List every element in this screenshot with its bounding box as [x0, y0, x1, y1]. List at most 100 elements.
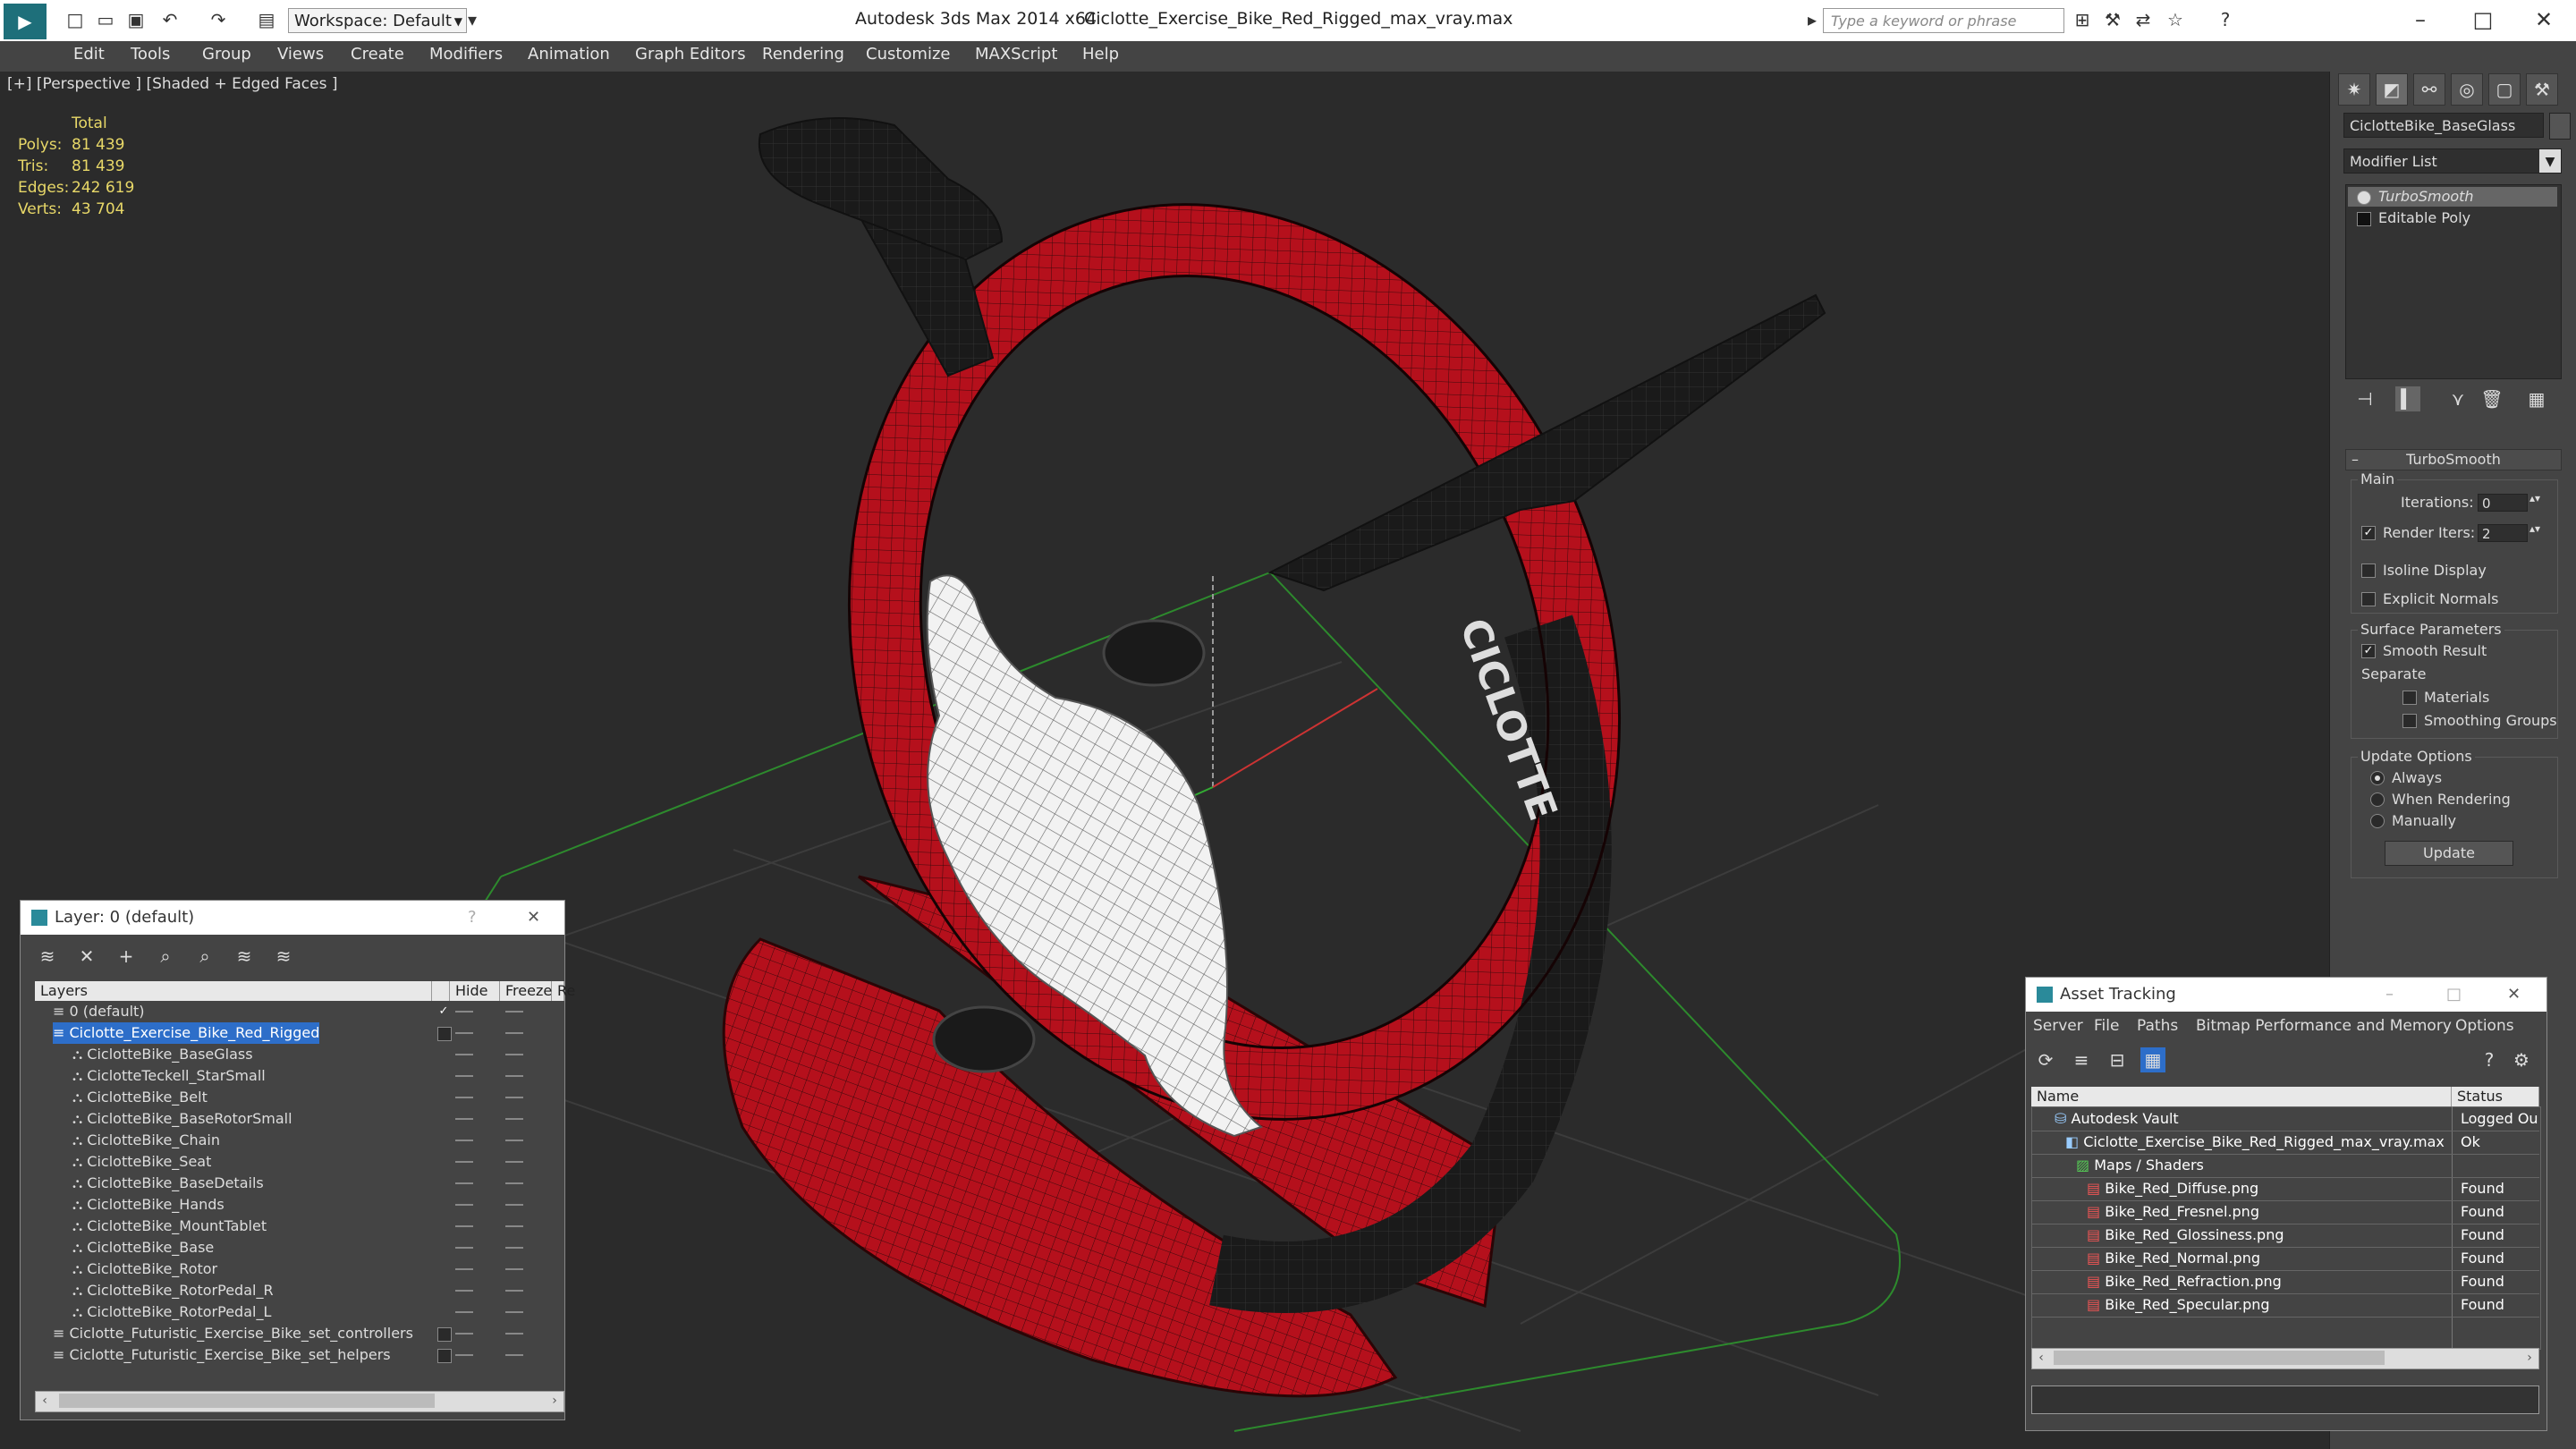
modifier-list-dropdown[interactable]: Modifier List ▼ — [2343, 148, 2562, 174]
current-layer-toggle[interactable] — [437, 1327, 452, 1342]
hide-toggle[interactable] — [455, 1161, 473, 1163]
freeze-toggle[interactable] — [505, 1032, 523, 1034]
open-file-icon[interactable]: ▭ — [95, 9, 116, 30]
app-logo-icon[interactable]: ▶ — [4, 4, 47, 39]
display-tab-icon[interactable]: ▢ — [2488, 73, 2521, 106]
menu-customize[interactable]: Customize — [866, 45, 950, 64]
menu-edit[interactable]: Edit — [73, 45, 105, 64]
update-button[interactable]: Update — [2385, 841, 2513, 866]
hide-toggle[interactable] — [455, 1354, 473, 1356]
hide-toggle[interactable] — [455, 1011, 473, 1013]
scroll-left-icon[interactable]: ‹ — [36, 1392, 54, 1410]
undo-icon[interactable]: ↶ — [159, 9, 181, 30]
hide-toggle[interactable] — [455, 1054, 473, 1055]
exchange-icon[interactable]: ⇄ — [2132, 9, 2154, 30]
current-layer-toggle[interactable] — [437, 1027, 452, 1041]
scroll-thumb[interactable] — [2054, 1351, 2385, 1365]
layer-row[interactable]: ≡ 0 (default) — [53, 1001, 145, 1022]
col-current[interactable] — [432, 981, 450, 1001]
hide-toggle[interactable] — [455, 1075, 473, 1077]
workspace-dropdown[interactable]: Workspace: Default ▼ — [288, 8, 467, 33]
manually-radio[interactable] — [2370, 814, 2385, 828]
hide-toggle[interactable] — [455, 1097, 473, 1098]
asset-row[interactable]: ▤ Bike_Red_Refraction.png — [2087, 1271, 2282, 1292]
hide-all-layers-icon[interactable]: ≋ — [232, 944, 257, 969]
col-hide[interactable]: Hide — [450, 981, 500, 1001]
asset-horizontal-scrollbar[interactable]: ‹ › — [2031, 1348, 2539, 1369]
menu-modifiers[interactable]: Modifiers — [429, 45, 503, 64]
freeze-toggle[interactable] — [505, 1161, 523, 1163]
col-freeze[interactable]: Freeze — [500, 981, 552, 1001]
redo-icon[interactable]: ↷ — [208, 9, 229, 30]
asset-menu-file[interactable]: File — [2094, 1017, 2119, 1035]
asset-row[interactable]: ▤ Bike_Red_Glossiness.png — [2087, 1224, 2284, 1246]
freeze-toggle[interactable] — [505, 1097, 523, 1098]
col-layers[interactable]: Layers — [35, 981, 432, 1001]
asset-window-titlebar[interactable]: Asset Tracking – □ ✕ — [2026, 978, 2546, 1012]
materials-checkbox[interactable] — [2402, 691, 2417, 705]
layer-row[interactable]: ⛬ CiclotteBike_RotorPedal_L — [72, 1301, 271, 1323]
hierarchy-tab-icon[interactable]: ⚯ — [2413, 73, 2445, 106]
always-radio[interactable] — [2370, 771, 2385, 785]
freeze-toggle[interactable] — [505, 1311, 523, 1313]
current-layer-toggle[interactable]: ✓ — [437, 1005, 450, 1018]
make-unique-icon[interactable]: ⋎ — [2445, 386, 2470, 411]
close-icon[interactable]: ✕ — [2517, 5, 2571, 34]
asset-help-icon[interactable]: ? — [2477, 1047, 2502, 1072]
scroll-thumb[interactable] — [59, 1394, 435, 1408]
stack-item-turbosmooth[interactable]: TurboSmooth — [2348, 187, 2557, 207]
help-icon[interactable]: ? — [2215, 9, 2236, 30]
col-render[interactable]: Re — [552, 981, 575, 1001]
layer-row[interactable]: ≡ Ciclotte_Futuristic_Exercise_Bike_set_… — [53, 1323, 413, 1344]
explicit-normals-checkbox[interactable] — [2361, 592, 2376, 606]
close-icon[interactable]: ✕ — [527, 901, 540, 935]
layer-row[interactable]: ⛬ CiclotteBike_BaseDetails — [72, 1173, 264, 1194]
turbosmooth-rollout-header[interactable]: – TurboSmooth — [2345, 449, 2562, 470]
layer-row[interactable]: ⛬ CiclotteBike_RotorPedal_R — [72, 1280, 274, 1301]
expand-search-icon[interactable]: ▸ — [1801, 9, 1823, 30]
layer-row[interactable]: ⛬ CiclotteBike_Chain — [72, 1130, 220, 1151]
object-color-swatch[interactable] — [2549, 113, 2571, 140]
spinner-arrows-icon[interactable]: ▴▾ — [2529, 492, 2540, 504]
menu-tools[interactable]: Tools — [131, 45, 170, 64]
freeze-toggle[interactable] — [505, 1333, 523, 1335]
list-view-icon[interactable]: ≡ — [2069, 1047, 2094, 1072]
layer-row[interactable]: ⛬ CiclotteBike_Hands — [72, 1194, 225, 1216]
menu-views[interactable]: Views — [277, 45, 324, 64]
project-folder-icon[interactable]: ▤ — [256, 9, 277, 30]
hide-toggle[interactable] — [455, 1311, 473, 1313]
configure-modifier-sets-icon[interactable]: ▦ — [2524, 386, 2549, 411]
layer-row[interactable]: ⛬ CiclotteBike_BaseRotorSmall — [72, 1108, 292, 1130]
viewport-label[interactable]: [+] [Perspective ] [Shaded + Edged Faces… — [7, 75, 337, 93]
new-file-icon[interactable]: □ — [64, 9, 86, 30]
stack-item-editable-poly[interactable]: Editable Poly — [2348, 208, 2557, 228]
asset-menu-bitmap-performance[interactable]: Bitmap Performance and Memory — [2196, 1017, 2452, 1035]
freeze-toggle[interactable] — [505, 1054, 523, 1055]
freeze-toggle[interactable] — [505, 1247, 523, 1249]
hide-toggle[interactable] — [455, 1140, 473, 1141]
menu-rendering[interactable]: Rendering — [762, 45, 844, 64]
help-icon[interactable]: ? — [468, 901, 477, 935]
table-view-icon[interactable]: ▦ — [2140, 1047, 2165, 1072]
layer-row[interactable]: ⛬ CiclotteTeckell_StarSmall — [72, 1065, 266, 1087]
freeze-toggle[interactable] — [505, 1268, 523, 1270]
asset-row[interactable]: ▤ Bike_Red_Fresnel.png — [2087, 1201, 2259, 1223]
asset-row[interactable]: ⛁ Autodesk Vault — [2055, 1108, 2179, 1130]
close-icon[interactable]: ✕ — [2507, 978, 2521, 1012]
layer-row[interactable]: ≡ Ciclotte_Exercise_Bike_Red_Rigged — [53, 1022, 320, 1044]
asset-path-field[interactable] — [2031, 1385, 2539, 1414]
remove-modifier-icon[interactable]: 🗑 — [2479, 386, 2504, 411]
hide-toggle[interactable] — [455, 1118, 473, 1120]
smoothing-groups-checkbox[interactable] — [2402, 714, 2417, 728]
scroll-right-icon[interactable]: › — [546, 1392, 564, 1410]
minimize-icon[interactable]: – — [2394, 5, 2447, 34]
hide-toggle[interactable] — [455, 1225, 473, 1227]
freeze-toggle[interactable] — [505, 1118, 523, 1120]
expand-icon[interactable] — [2357, 211, 2371, 226]
hide-toggle[interactable] — [455, 1290, 473, 1292]
binoculars-icon[interactable]: ⊞ — [2072, 9, 2093, 30]
asset-menu-server[interactable]: Server — [2033, 1017, 2083, 1035]
hide-toggle[interactable] — [455, 1182, 473, 1184]
freeze-all-layers-icon[interactable]: ≋ — [271, 944, 296, 969]
layer-row[interactable]: ≡ Ciclotte_Futuristic_Exercise_Bike_set_… — [53, 1344, 391, 1366]
